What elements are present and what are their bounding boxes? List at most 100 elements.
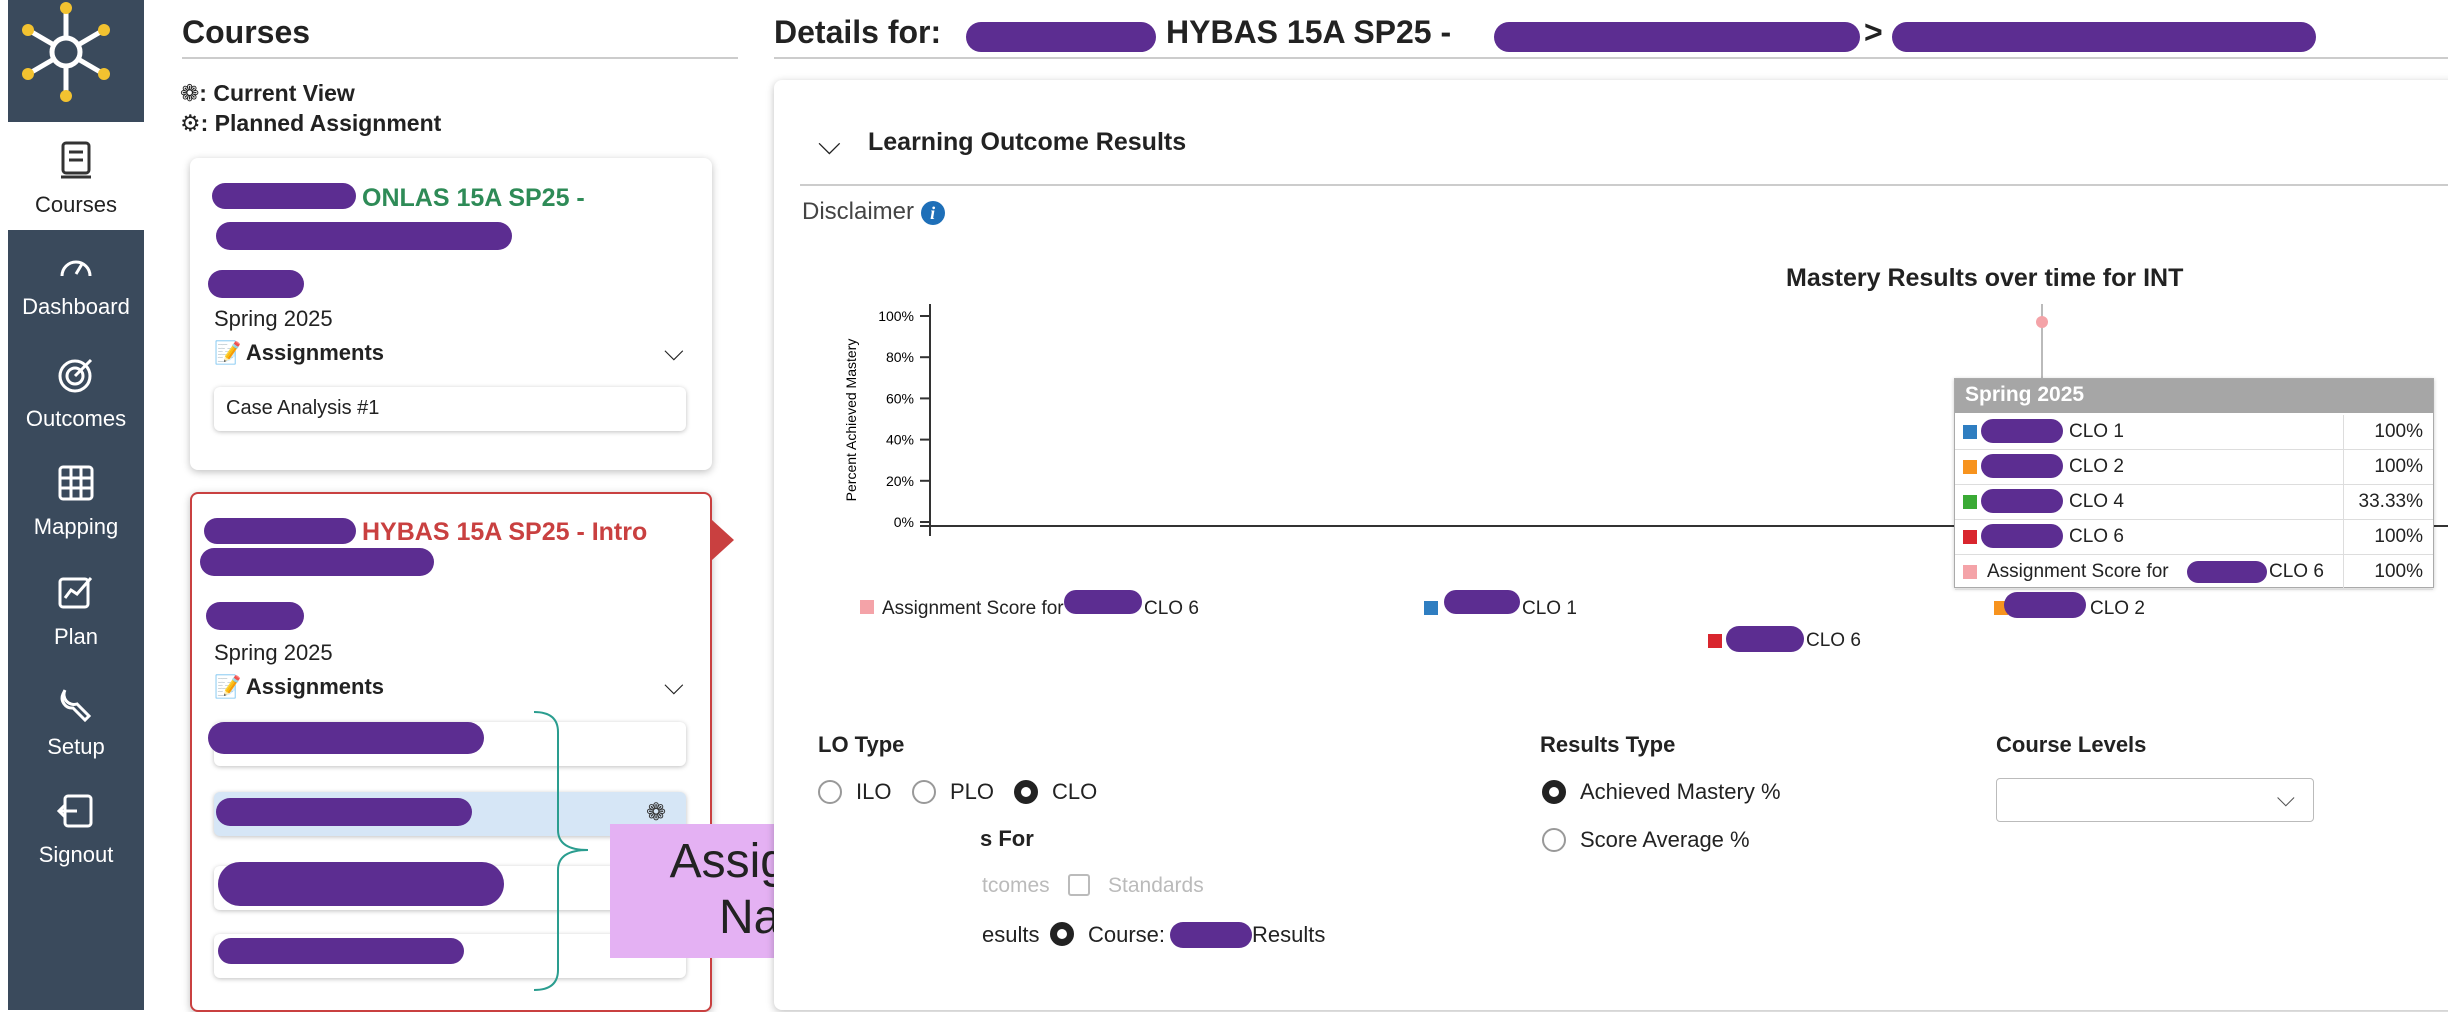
redacted-text xyxy=(1981,454,2063,478)
course-card-hybas-assignments-toggle[interactable]: 📝 Assignments xyxy=(214,674,384,700)
legend-item-clo6[interactable]: CLO 6 xyxy=(1806,630,1861,652)
results-left-label: esults xyxy=(982,922,1040,947)
course-levels-select[interactable]: ⌵ xyxy=(1996,778,2314,822)
y-tick-label: 0% xyxy=(894,514,914,530)
redacted-text xyxy=(1444,590,1520,614)
nav-signout[interactable]: Signout xyxy=(8,792,144,892)
nav-setup-label: Setup xyxy=(47,734,105,759)
details-header: Details for: xyxy=(774,14,941,51)
dashboard-icon xyxy=(8,250,144,288)
nav-dashboard[interactable]: Dashboard xyxy=(8,250,144,350)
nav-mapping[interactable]: Mapping xyxy=(8,464,144,564)
legend-swatch xyxy=(860,600,874,614)
tooltip-swatch xyxy=(1963,530,1977,544)
outcomes-icon xyxy=(8,356,144,400)
nav-mapping-label: Mapping xyxy=(33,514,119,539)
snowflake-logo-icon xyxy=(22,2,110,102)
mapping-icon xyxy=(8,464,144,508)
assignment-list-icon: 📝 xyxy=(214,340,242,365)
redacted-text xyxy=(216,222,512,250)
radio-course-results[interactable] xyxy=(1050,922,1074,946)
y-axis-label: Percent Achieved Mastery xyxy=(843,339,859,502)
tooltip-row: CLO 2 100% xyxy=(1955,450,2433,485)
collapse-chevron-icon[interactable]: ⌵ xyxy=(818,128,841,162)
nav-plan-label: Plan xyxy=(53,624,99,649)
lo-type-label: LO Type xyxy=(818,732,905,757)
nav-courses[interactable]: Courses xyxy=(8,122,144,230)
chart-tooltip: Spring 2025 CLO 1 100% CLO 2 100% CLO 4 33.33… xyxy=(1954,378,2434,590)
tooltip-row-label-suffix: CLO 6 xyxy=(2269,561,2324,582)
redacted-text xyxy=(966,22,1156,52)
details-course-name: HYBAS 15A SP25 - xyxy=(1166,14,1452,50)
details-prefix: Details for: xyxy=(774,14,942,50)
disclaimer-label: Disclaimer xyxy=(802,198,915,225)
radio-clo[interactable] xyxy=(1014,780,1038,804)
chevron-down-icon[interactable]: ⌵ xyxy=(664,670,684,702)
y-tick-label: 100% xyxy=(878,308,914,324)
learning-outcome-results-header[interactable]: Learning Outcome Results xyxy=(868,128,1186,157)
redacted-text xyxy=(1981,489,2063,513)
signout-icon xyxy=(8,792,144,836)
tooltip-row-label: CLO 2 xyxy=(2069,456,2124,477)
radio-ilo-label: ILO xyxy=(856,779,892,804)
course-results-suffix: Results xyxy=(1252,922,1326,947)
bracket-annotation xyxy=(533,711,589,991)
assignments-label: Assignments xyxy=(245,674,385,699)
course-card-onlas-assignments-toggle[interactable]: 📝 Assignments xyxy=(214,340,384,366)
chevron-down-icon: ⌵ xyxy=(2276,785,2295,812)
assignment-item-case-analysis[interactable]: Case Analysis #1 xyxy=(214,387,686,431)
course-levels-label: Course Levels xyxy=(1996,732,2147,757)
course-card-onlas-term: Spring 2025 xyxy=(214,306,333,331)
redacted-text xyxy=(1981,524,2063,548)
redacted-text xyxy=(208,722,484,754)
data-point-assignment-score xyxy=(2036,316,2048,328)
radio-clo-label: CLO xyxy=(1052,779,1098,804)
glasses-icon: ❁ xyxy=(180,80,200,106)
radio-score-average[interactable] xyxy=(1542,828,1566,852)
standards-checkbox[interactable] xyxy=(1068,874,1090,896)
course-card-hybas-term: Spring 2025 xyxy=(214,640,333,665)
standards-checkbox-label: Standards xyxy=(1108,874,1204,897)
redacted-text xyxy=(200,548,434,576)
outcomes-checkbox-label: tcomes xyxy=(982,874,1050,897)
y-tick-label: 40% xyxy=(886,432,914,448)
divider xyxy=(182,57,738,59)
legend-item-assignment-score[interactable]: Assignment Score for xyxy=(860,598,1064,620)
nav-outcomes[interactable]: Outcomes xyxy=(8,356,144,456)
tooltip-row-value: 100% xyxy=(2374,456,2423,477)
redacted-text xyxy=(216,798,472,826)
tooltip-column-divider xyxy=(2343,485,2344,520)
nav-plan[interactable]: Plan xyxy=(8,574,144,674)
nav-dashboard-label: Dashboard xyxy=(22,294,130,319)
tooltip-swatch xyxy=(1963,460,1977,474)
details-separator: > xyxy=(1864,14,1883,50)
redacted-text xyxy=(208,270,304,298)
tooltip-row-label: CLO 6 xyxy=(2069,526,2124,547)
y-tick-label: 20% xyxy=(886,473,914,489)
tooltip-row-label: Assignment Score for xyxy=(1987,561,2169,582)
disclaimer: Disclaimer i xyxy=(802,198,945,226)
course-results-label: Course: xyxy=(1088,922,1166,947)
redacted-text xyxy=(1892,22,2316,52)
radio-ilo[interactable] xyxy=(818,780,842,804)
chevron-down-icon[interactable]: ⌵ xyxy=(664,336,684,368)
radio-plo[interactable] xyxy=(912,780,936,804)
tooltip-swatch xyxy=(1963,565,1977,579)
legend-item-clo1[interactable]: CLO 1 xyxy=(1522,598,1577,620)
radio-plo-label: PLO xyxy=(950,779,995,804)
info-icon[interactable]: i xyxy=(920,201,945,225)
legend-item-clo2[interactable]: CLO 2 xyxy=(2090,598,2145,620)
nav-setup[interactable]: Setup xyxy=(8,684,144,784)
redacted-text xyxy=(218,862,504,906)
results-type-label: Results Type xyxy=(1540,732,1676,757)
redacted-text xyxy=(1064,590,1142,614)
app-logo[interactable] xyxy=(8,0,144,118)
radio-achieved-mastery[interactable] xyxy=(1542,780,1566,804)
divider xyxy=(800,184,2448,186)
tooltip-row-label: CLO 4 xyxy=(2069,491,2124,512)
redacted-text xyxy=(218,938,464,964)
redacted-text xyxy=(1726,626,1804,652)
tooltip-column-divider xyxy=(2343,450,2344,485)
redacted-text xyxy=(212,183,356,209)
assignment-list-icon: 📝 xyxy=(214,674,242,699)
